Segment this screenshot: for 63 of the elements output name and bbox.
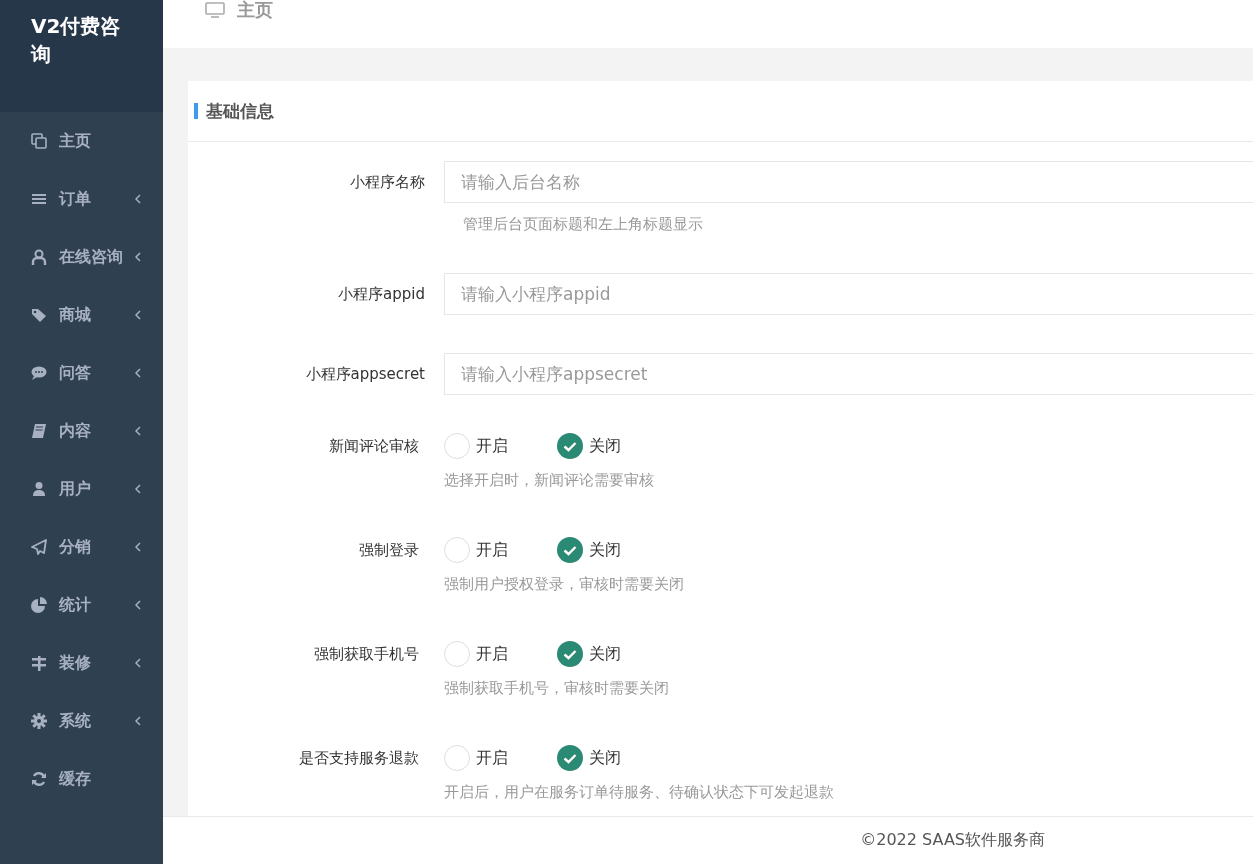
- radio-option[interactable]: 关闭: [557, 537, 670, 563]
- sidebar-item[interactable]: 问答: [0, 344, 163, 402]
- caret-icon: [135, 600, 141, 610]
- book-icon: [31, 423, 47, 439]
- chat-bubble-icon: [31, 365, 47, 381]
- field-label: 强制登录: [358, 540, 420, 560]
- sidebar-item[interactable]: 系统: [0, 692, 163, 750]
- caret-icon: [135, 658, 141, 668]
- help-text: 开启后，用户在服务订单待服务、待确认状态下可发起退款: [443, 782, 835, 803]
- paper-plane-icon: [31, 539, 47, 555]
- section-title: 基础信息: [206, 99, 274, 123]
- copy-icon: [31, 133, 47, 149]
- settings-icon: [31, 713, 47, 729]
- help-text: 强制获取手机号，审核时需要关闭: [443, 678, 670, 699]
- user-icon: [31, 481, 47, 497]
- sidebar-item[interactable]: 内容: [0, 402, 163, 460]
- input-field[interactable]: 请输入后台名称: [444, 161, 1253, 203]
- field-label: 新闻评论审核: [328, 436, 420, 456]
- caret-icon: [135, 310, 141, 320]
- field-label: 小程序名称: [349, 172, 426, 192]
- copyright-text: ©2022 SAAS软件服务商: [860, 830, 1045, 851]
- sidebar-item[interactable]: 用户: [0, 460, 163, 518]
- radio-option[interactable]: 开启: [444, 537, 557, 563]
- radio-option[interactable]: 开启: [444, 745, 557, 771]
- field-label: 是否支持服务退款: [298, 748, 420, 768]
- accent-bar: [194, 103, 198, 119]
- radio-option[interactable]: 关闭: [557, 745, 670, 771]
- sidebar-item[interactable]: 装修: [0, 634, 163, 692]
- sidebar-item[interactable]: 缓存: [0, 750, 163, 808]
- caret-icon: [135, 252, 141, 262]
- caret-icon: [135, 368, 141, 378]
- monitor-icon: [205, 2, 225, 18]
- menu-icon: [31, 191, 47, 207]
- radio-option[interactable]: 关闭: [557, 433, 670, 459]
- sidebar-item[interactable]: 主页: [0, 112, 163, 170]
- field-label: 小程序appid: [337, 284, 426, 304]
- input-field[interactable]: 请输入小程序appsecret: [444, 353, 1253, 395]
- person-icon: [31, 249, 47, 265]
- help-text: 选择开启时，新闻评论需要审核: [443, 470, 655, 491]
- radio-option[interactable]: 开启: [444, 433, 557, 459]
- caret-icon: [135, 426, 141, 436]
- brand-title: V2付费咨询: [0, 0, 163, 112]
- field-label: 小程序appsecret: [304, 364, 426, 384]
- caret-icon: [135, 716, 141, 726]
- breadcrumb-title: 主页: [237, 0, 273, 20]
- tags-icon: [31, 307, 47, 323]
- sidebar-item[interactable]: 订单: [0, 170, 163, 228]
- sidebar-item[interactable]: 分销: [0, 518, 163, 576]
- radio-option[interactable]: 关闭: [557, 641, 670, 667]
- help-text: 管理后台页面标题和左上角标题显示: [462, 214, 704, 235]
- radio-option[interactable]: 开启: [444, 641, 557, 667]
- refresh-icon: [31, 771, 47, 787]
- pie-chart-icon: [31, 597, 47, 613]
- caret-icon: [135, 194, 141, 204]
- sidebar-item[interactable]: 统计: [0, 576, 163, 634]
- help-text: 强制用户授权登录，审核时需要关闭: [443, 574, 685, 595]
- field-label: 强制获取手机号: [313, 644, 420, 664]
- input-field[interactable]: 请输入小程序appid: [444, 273, 1253, 315]
- sliders-icon: [31, 655, 47, 671]
- sidebar-item[interactable]: 在线咨询: [0, 228, 163, 286]
- caret-icon: [135, 484, 141, 494]
- caret-icon: [135, 542, 141, 552]
- sidebar-item[interactable]: 商城: [0, 286, 163, 344]
